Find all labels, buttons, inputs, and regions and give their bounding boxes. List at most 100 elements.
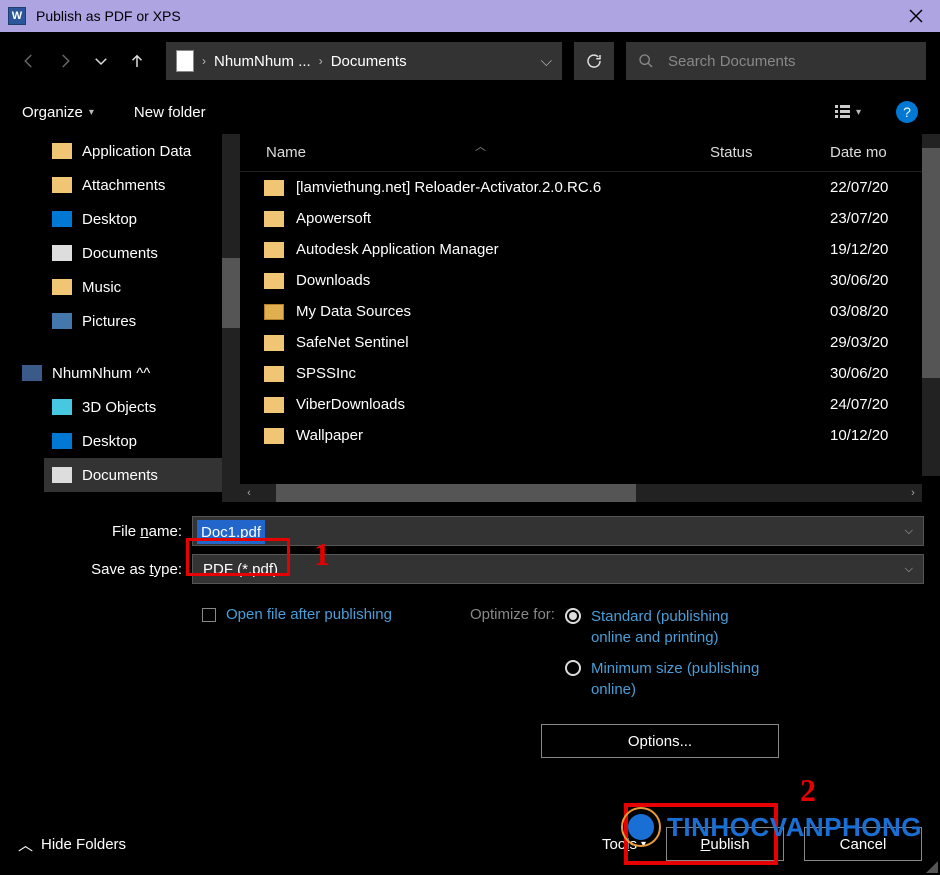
search-input[interactable]: Search Documents [626,42,926,80]
file-row[interactable]: ViberDownloads24/07/20 [240,389,940,420]
3d-icon [52,399,72,415]
folder-icon [264,366,284,382]
radio-standard-label: Standard (publishing online and printing… [591,606,771,648]
file-name: Autodesk Application Manager [296,241,830,258]
radio-minimum[interactable]: Minimum size (publishing online) [565,658,771,700]
word-icon: W [8,7,26,25]
file-name: SPSSInc [296,365,830,382]
folder-icon [52,279,72,295]
col-header-name[interactable]: ︿Name [240,144,710,161]
new-folder-button[interactable]: New folder [134,104,206,121]
tree-item-attachments[interactable]: Attachments [44,168,240,202]
filelist-vscrollbar[interactable] [922,134,940,476]
forward-button[interactable] [50,46,80,76]
view-menu[interactable]: ▾ [834,101,868,123]
tree-item-music[interactable]: Music [44,270,240,304]
open-after-checkbox[interactable]: Open file after publishing [202,606,392,623]
recent-dropdown[interactable] [86,46,116,76]
address-dropdown-icon[interactable]: ⌵ [541,53,552,70]
pictures-icon [52,313,72,329]
main-area: ︿ Application Data Attachments Desktop D… [0,134,940,502]
search-placeholder: Search Documents [668,53,796,70]
back-button[interactable] [14,46,44,76]
titlebar: W Publish as PDF or XPS [0,0,940,32]
folder-icon [264,428,284,444]
file-row[interactable]: Autodesk Application Manager19/12/20 [240,234,940,265]
dropdown-icon[interactable]: ⌵ [905,563,913,576]
file-row[interactable]: Downloads30/06/20 [240,265,940,296]
computer-icon [22,365,42,381]
sidebar-scroll-thumb[interactable] [222,258,240,328]
tree-item-appdata[interactable]: Application Data [44,134,240,168]
file-name: My Data Sources [296,303,830,320]
file-list: [lamviethung.net] Reloader-Activator.2.0… [240,172,940,451]
savetype-label: Save as type: [16,561,192,578]
resize-grip[interactable] [924,859,938,873]
tree-item-desktop[interactable]: Desktop [44,202,240,236]
file-row[interactable]: SafeNet Sentinel29/03/20 [240,327,940,358]
annotation-1: 1 [314,536,330,573]
folder-icon [264,180,284,196]
tree-item-3dobjects[interactable]: 3D Objects [44,390,240,424]
up-button[interactable] [122,46,152,76]
file-row[interactable]: [lamviethung.net] Reloader-Activator.2.0… [240,172,940,203]
file-header: ︿Name Status Date mo [240,134,940,172]
filename-input[interactable]: Doc1.pdf ⌵ [192,516,924,546]
hscroll-right-icon[interactable]: › [904,487,922,499]
hscroll-thumb[interactable] [276,484,636,502]
file-name: Apowersoft [296,210,830,227]
radio-icon [565,608,581,624]
watermark: TINHOCVANPHONG [621,807,922,847]
sidebar-scrollbar[interactable] [222,134,240,502]
breadcrumb-seg2[interactable]: Documents [331,53,407,70]
savetype-value: PDF (*.pdf) [203,561,278,578]
document-icon [52,467,72,483]
vscroll-thumb[interactable] [922,148,940,378]
folder-icon [264,335,284,351]
chevron-right-icon: › [202,54,206,68]
folder-icon [264,211,284,227]
window-title: Publish as PDF or XPS [36,8,181,24]
options-button[interactable]: Options... [541,724,779,758]
file-row[interactable]: My Data Sources03/08/20 [240,296,940,327]
file-name: [lamviethung.net] Reloader-Activator.2.0… [296,179,830,196]
file-row[interactable]: Wallpaper10/12/20 [240,420,940,451]
col-header-status[interactable]: Status [710,144,830,161]
chevron-right-icon: › [319,54,323,68]
chevron-up-icon: ︿ [18,834,33,855]
hscroll-left-icon[interactable]: ‹ [240,487,258,499]
filename-label: File name: [16,523,192,540]
annotation-2: 2 [800,772,816,809]
help-button[interactable]: ? [896,101,918,123]
organize-menu[interactable]: Organize▾ [22,104,94,121]
open-after-label: Open file after publishing [226,606,392,623]
desktop-icon [52,433,72,449]
tree-item-desktop2[interactable]: Desktop [44,424,240,458]
close-button[interactable] [900,0,932,32]
toolbar: Organize▾ New folder ▾ ? [0,90,940,134]
radio-minimum-label: Minimum size (publishing online) [591,658,771,700]
search-icon [638,53,654,69]
radio-standard[interactable]: Standard (publishing online and printing… [565,606,771,648]
file-row[interactable]: Apowersoft23/07/20 [240,203,940,234]
tree-item-pictures[interactable]: Pictures [44,304,240,338]
tree-item-documents[interactable]: Documents [44,236,240,270]
tree-item-documents2[interactable]: Documents [44,458,240,492]
file-row[interactable]: SPSSInc30/06/20 [240,358,940,389]
folder-icon [264,397,284,413]
dropdown-icon[interactable]: ⌵ [905,525,913,538]
filelist-hscrollbar[interactable]: ‹ › [240,484,922,502]
location-icon [176,50,194,72]
filename-value: Doc1.pdf [197,520,265,544]
addressbar[interactable]: › NhumNhum ... › Documents ⌵ [166,42,562,80]
breadcrumb-seg1[interactable]: NhumNhum ... [214,53,311,70]
tree-item-computer[interactable]: NhumNhum ^^ [22,356,240,390]
desktop-icon [52,211,72,227]
refresh-button[interactable] [574,42,614,80]
savetype-select[interactable]: PDF (*.pdf) ⌵ [192,554,924,584]
folder-icon [264,273,284,289]
file-name: ViberDownloads [296,396,830,413]
navbar: › NhumNhum ... › Documents ⌵ Search Docu… [0,32,940,90]
folder-icon [52,177,72,193]
hide-folders-button[interactable]: ︿ Hide Folders [18,834,126,855]
